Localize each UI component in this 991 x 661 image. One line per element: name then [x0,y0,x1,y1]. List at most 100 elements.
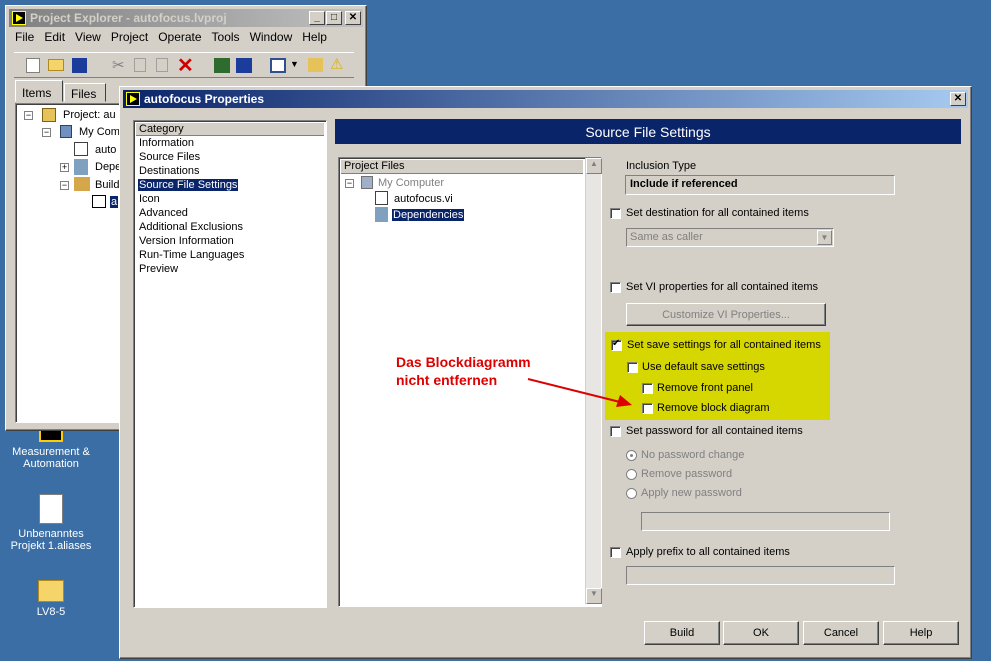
category-item[interactable]: Additional Exclusions [138,221,244,233]
tree-dependencies[interactable]: Dependencies [392,209,465,221]
properties-icon[interactable] [308,58,323,72]
remove-front-panel-checkbox[interactable] [642,383,653,394]
minimize-button[interactable]: _ [309,11,325,25]
copy-icon[interactable] [134,58,146,72]
inclusion-type-label: Inclusion Type [626,160,697,172]
folder-icon [38,580,64,602]
no-password-change-radio [626,450,637,461]
tree-spec[interactable]: a [110,196,119,208]
destination-value: Same as caller [630,231,703,243]
annotation-line1: Das Blockdiagramm [396,354,531,370]
build-spec-icon [74,177,90,191]
set-save-settings-checkbox[interactable] [611,338,622,351]
category-item[interactable]: Version Information [138,235,235,247]
collapse-toggle[interactable]: − [24,111,33,120]
inclusion-type-value: Include if referenced [630,178,738,190]
menu-window[interactable]: Window [245,30,298,44]
category-item[interactable]: Destinations [138,165,201,177]
collapse-toggle[interactable]: − [60,181,69,190]
explorer-titlebar[interactable]: Project Explorer - autofocus.lvproj _ □ … [9,9,363,27]
prefix-field [626,566,895,585]
apply-prefix-checkbox[interactable] [610,547,621,558]
menu-view[interactable]: View [70,30,106,44]
use-default-save-label: Use default save settings [642,361,765,373]
paste-icon[interactable] [156,58,168,72]
close-button[interactable]: ✕ [345,11,361,25]
set-password-checkbox[interactable] [610,426,621,437]
cut-icon[interactable]: ✂ [112,56,125,74]
tab-items[interactable]: Items [15,80,63,102]
category-item[interactable]: Icon [138,193,161,205]
explorer-menubar: File Edit View Project Operate Tools Win… [10,30,332,44]
destination-select: Same as caller ▼ [626,228,834,247]
project-icon [42,108,56,122]
menu-edit[interactable]: Edit [39,30,70,44]
apply-prefix-label: Apply prefix to all contained items [626,546,790,558]
menu-operate[interactable]: Operate [153,30,206,44]
set-vi-props-checkbox[interactable] [610,282,621,293]
set-password-label: Set password for all contained items [626,425,803,437]
vi-icon [74,142,88,156]
tree-project[interactable]: Project: au [62,109,117,121]
project-files-header: Project Files [341,160,583,174]
cancel-button[interactable]: Cancel [803,621,879,645]
delete-icon[interactable]: ✕ [177,53,194,78]
computer-icon [361,176,373,189]
category-item[interactable]: Source Files [138,151,201,163]
tree-autofocus-vi[interactable]: autofocus.vi [393,193,454,205]
computer-icon [60,125,72,138]
set-save-settings-label: Set save settings for all contained item… [627,339,821,351]
open-icon[interactable] [48,59,64,71]
collapse-toggle[interactable]: − [42,128,51,137]
desktop-icon-lv85[interactable]: LV8-5 [1,580,101,618]
deps-icon [74,159,88,175]
inclusion-type-field: Include if referenced [625,175,895,195]
category-item[interactable]: Run-Time Languages [138,249,245,261]
set-destination-checkbox[interactable] [610,208,621,219]
no-password-change-label: No password change [641,449,745,461]
build-button[interactable]: Build [644,621,720,645]
tab-files[interactable]: Files [64,83,106,102]
save-icon[interactable] [72,58,87,73]
deps-icon [375,207,388,222]
category-list: Category Information Source Files Destin… [133,120,327,608]
banner-title: Source File Settings [585,123,711,140]
desktop-icon-measurement[interactable]: Measurement & Automation [1,428,101,470]
scroll-down-button[interactable]: ▼ [586,588,602,604]
close-button[interactable]: ✕ [950,92,966,106]
ok-button[interactable]: OK [723,621,799,645]
new-icon[interactable] [26,58,40,73]
help-button[interactable]: Help [883,621,959,645]
save-all-icon[interactable] [236,58,252,73]
menu-project[interactable]: Project [106,30,153,44]
menu-help[interactable]: Help [297,30,332,44]
app-icon [92,195,106,208]
desktop-icon-label: Measurement & Automation [12,446,90,470]
scroll-up-button[interactable]: ▲ [586,158,602,174]
tree-computer[interactable]: My Com [78,126,121,138]
tree-vi[interactable]: auto [94,144,117,156]
dialog-titlebar[interactable]: autofocus Properties ✕ [123,90,968,108]
category-item-selected[interactable]: Source File Settings [138,179,239,191]
tree-build[interactable]: Build [94,179,120,191]
remove-password-radio [626,469,637,480]
labview-icon [126,92,140,106]
set-destination-label: Set destination for all contained items [626,207,809,219]
view-icon[interactable] [270,58,286,73]
menu-tools[interactable]: Tools [207,30,245,44]
maximize-button[interactable]: □ [326,11,342,25]
remove-block-diagram-checkbox[interactable] [642,403,653,414]
warning-icon[interactable]: ⚠ [330,55,343,73]
category-item[interactable]: Advanced [138,207,189,219]
tree-my-computer[interactable]: My Computer [377,177,445,189]
apply-new-password-label: Apply new password [641,487,742,499]
category-item[interactable]: Information [138,137,195,149]
collapse-toggle[interactable]: − [345,179,354,188]
build-icon[interactable] [214,58,230,73]
expand-toggle[interactable]: + [60,163,69,172]
desktop-icon-label: LV8-5 [36,606,66,618]
desktop-icon-aliases[interactable]: Unbenanntes Projekt 1.aliases [1,494,101,552]
category-item[interactable]: Preview [138,263,179,275]
dropdown-icon[interactable]: ▼ [290,59,299,69]
menu-file[interactable]: File [10,30,39,44]
